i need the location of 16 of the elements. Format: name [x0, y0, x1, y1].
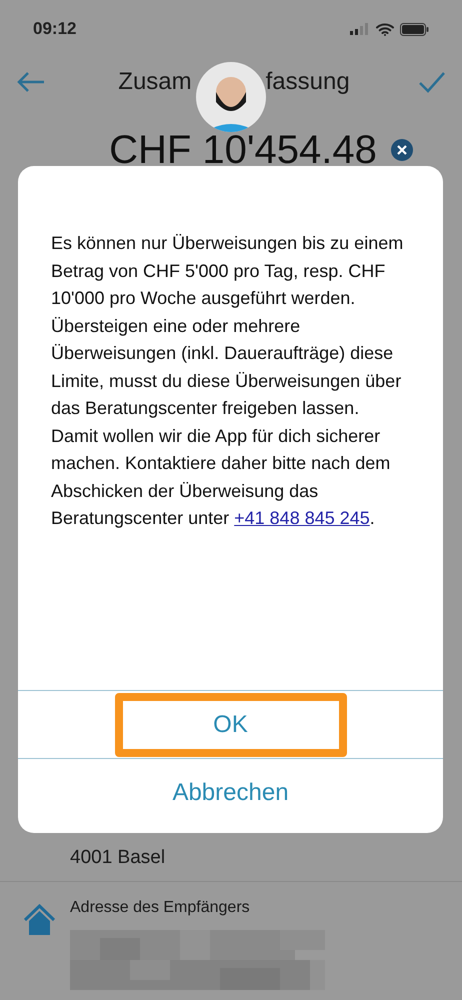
dialog-message: Es können nur Überweisungen bis zu einem Betrag von CHF 5'000 pro Tag, resp. CHF 10'000 pro Woche ausgeführt werden. Übersteigen eine oder mehrere Überweisungen (inkl. Daueraufträge) diese Limite, musst du diese Überweisungen über das Beratungscenter freigeben lassen. Damit wollen wir die App für dich sicherer machen. Kontaktiere daher bitte nach dem Abschicken der Überweisung das Beratungscenter unter +41 848 845 245.: [51, 232, 404, 530]
wifi-icon: [376, 22, 394, 36]
screen-title: fassung: [266, 67, 350, 97]
field-label: Adresse des Empfängers: [70, 898, 251, 918]
battery-icon: [400, 22, 429, 36]
house-icon: [23, 904, 56, 936]
phone-link[interactable]: +41 848 845 245: [234, 508, 370, 528]
back-arrow-icon[interactable]: [16, 70, 46, 94]
checkmark-icon[interactable]: [418, 71, 446, 93]
amount: CHF 10'454.48: [109, 130, 377, 170]
screen-title: Zusam: [118, 67, 192, 97]
dialog-button[interactable]: OK: [114, 692, 346, 756]
clear-icon[interactable]: [390, 139, 413, 161]
signal-icon: [350, 23, 370, 35]
city-text: 4001 Basel: [70, 846, 166, 870]
status-time: 09:12: [33, 18, 76, 40]
